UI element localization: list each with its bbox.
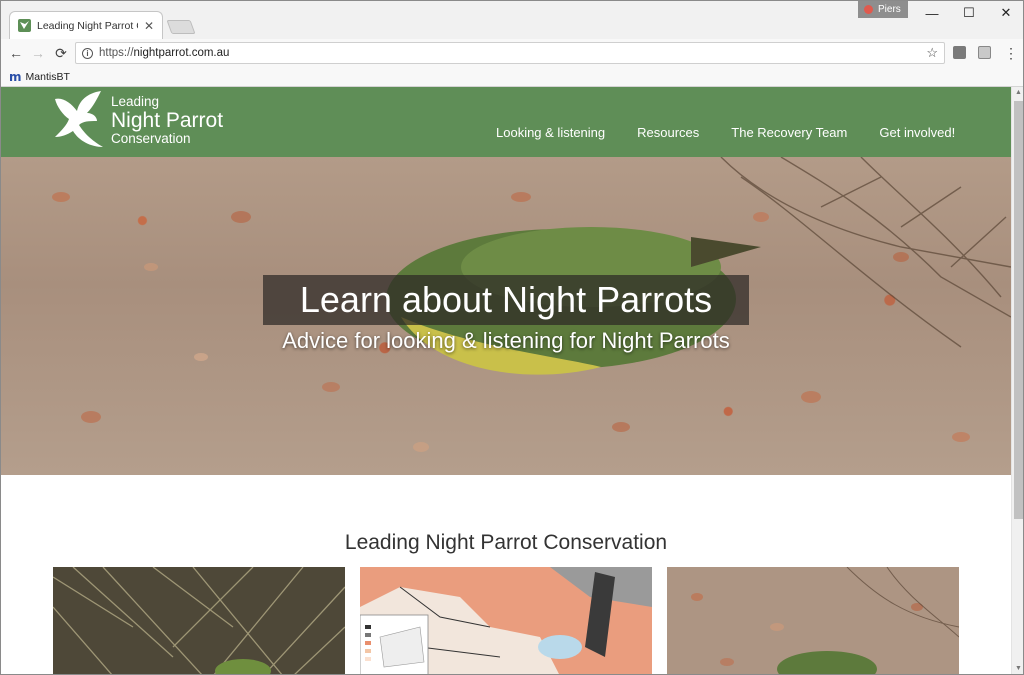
site-header: Leading Night Parrot Conservation Lookin… [1,87,1011,157]
site-favicon-icon [18,19,31,32]
new-tab-button[interactable] [166,20,196,34]
reload-button[interactable]: ⟳ [51,43,71,63]
url-text: https://nightparrot.com.au [99,47,229,59]
grass-photo [53,567,345,674]
profile-name: Piers [878,4,901,15]
tab-title: Leading Night Parrot Con [37,19,138,32]
bookmark-mantisbt[interactable]: MantisBT [26,71,70,83]
logo-text: Leading Night Parrot Conservation [111,95,223,145]
page-scrollbar[interactable]: ▲ ▼ [1011,87,1023,674]
hero-title-box: Learn about Night Parrots [263,275,749,325]
browser-toolbar: ← → ⟳ i https://nightparrot.com.au ☆ ⋮ [1,39,1023,67]
scroll-up-icon[interactable]: ▲ [1015,89,1022,96]
hero-banner: Learn about Night Parrots Advice for loo… [1,157,1011,475]
parrot-logo-icon [55,91,103,147]
mantis-bookmark-icon: m [9,69,22,84]
bookmark-star-icon[interactable]: ☆ [926,45,938,61]
tab-close-icon[interactable]: ✕ [144,19,154,33]
url-host: nightparrot.com.au [133,47,230,59]
extension-icon[interactable] [953,46,966,59]
maximize-button[interactable]: ☐ [950,1,988,25]
distribution-map [360,567,652,674]
logo-line-conservation: Conservation [111,130,191,146]
bookmarks-bar: m MantisBT [1,67,1023,87]
minimize-button[interactable]: — [913,1,951,25]
parrot-photo [667,567,959,674]
browser-tab[interactable]: Leading Night Parrot Con ✕ [9,11,163,39]
hero-title: Learn about Night Parrots [299,279,713,320]
nav-recovery-team[interactable]: The Recovery Team [731,125,847,140]
nav-looking-listening[interactable]: Looking & listening [496,125,605,140]
scroll-down-icon[interactable]: ▼ [1015,665,1022,672]
scrollbar-thumb[interactable] [1014,101,1023,519]
site-logo[interactable]: Leading Night Parrot Conservation [53,91,223,149]
site-info-icon[interactable]: i [82,47,93,59]
nav-get-involved[interactable]: Get involved! [879,125,955,140]
page-viewport: Leading Night Parrot Conservation Lookin… [1,87,1011,674]
logo-line-leading: Leading [111,94,160,109]
profile-button[interactable]: Piers [858,1,908,18]
back-button[interactable]: ← [6,43,26,63]
browser-menu-button[interactable]: ⋮ [1001,43,1021,63]
tab-strip: Leading Night Parrot Con ✕ Piers — ☐ ✕ [1,1,1023,39]
translate-extension-icon[interactable] [978,46,991,59]
hero-subtitle: Advice for looking & listening for Night… [282,328,730,353]
url-scheme: https:// [99,47,134,59]
card-image-parrot[interactable] [667,567,959,674]
card-image-map[interactable] [360,567,652,674]
address-bar[interactable]: i https://nightparrot.com.au ☆ [75,42,945,64]
section-heading: Leading Night Parrot Conservation [344,531,668,554]
logo-line-night-parrot: Night Parrot [111,108,224,132]
browser-window: Leading Night Parrot Con ✕ Piers — ☐ ✕ ←… [0,0,1024,675]
profile-avatar-icon [864,5,873,14]
forward-button[interactable]: → [28,43,48,63]
card-image-grass[interactable] [53,567,345,674]
close-window-button[interactable]: ✕ [987,1,1023,25]
site-nav: Looking & listening Resources The Recove… [496,125,987,140]
nav-resources[interactable]: Resources [637,125,699,140]
